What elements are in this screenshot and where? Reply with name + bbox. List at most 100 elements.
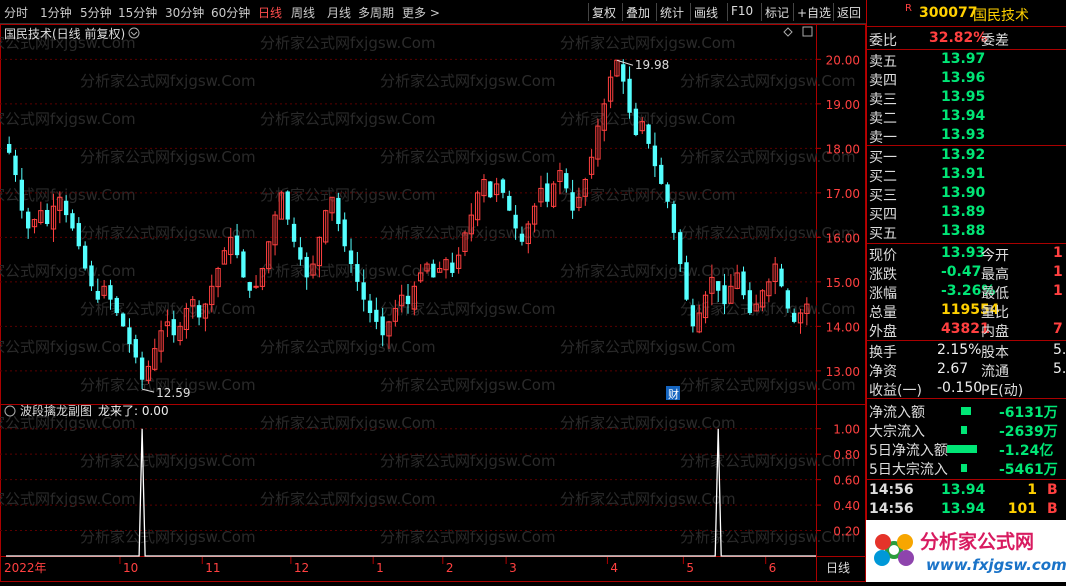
candle-body-down — [108, 285, 113, 300]
candle-body-down — [570, 192, 575, 211]
period-tab-1[interactable]: 1分钟 — [40, 4, 72, 21]
candle-body-down — [171, 319, 176, 336]
flow-row: 5日大宗流入 -5461万 — [867, 459, 1066, 478]
candle-body-down — [450, 262, 455, 273]
tick-row: 14:56 13.94 101 B — [867, 501, 1066, 520]
bid-row[interactable]: 买三 13.90 — [867, 185, 1066, 204]
month-label: 4 — [610, 561, 618, 575]
toolbar-button-5[interactable]: 标记 — [765, 4, 789, 21]
period-tab-4[interactable]: 30分钟 — [165, 4, 204, 21]
watermark-text: 分析家公式网fxjgsw.Com — [560, 338, 736, 356]
bid-row[interactable]: 买四 13.89 — [867, 204, 1066, 223]
period-tab-2[interactable]: 5分钟 — [80, 4, 112, 21]
candle-body-down — [747, 290, 753, 313]
weibi-label: 委比 — [869, 33, 897, 49]
candle-body-down — [564, 173, 569, 189]
diamond-icon[interactable] — [783, 27, 793, 37]
ask-price: 13.93 — [941, 127, 986, 143]
ask-row[interactable]: 卖三 13.95 — [867, 89, 1066, 108]
candle-body-down — [196, 305, 202, 318]
stat-value-2: 1 — [1053, 264, 1063, 280]
candle-body-down — [627, 78, 632, 113]
period-tab-7[interactable]: 周线 — [291, 4, 315, 21]
sub-chart-title: 波段擒龙副图 — [20, 403, 92, 418]
bid-price: 13.88 — [941, 223, 986, 239]
period-tab-0[interactable]: 分时 — [4, 4, 28, 21]
stat-row: 收益(一) -0.150 PE(动) — [867, 380, 1066, 399]
watermark-text: 分析家公式网fxjgsw.Com — [680, 300, 856, 318]
toolbar-button-7[interactable]: 返回 — [837, 4, 861, 21]
toolbar-divider — [690, 3, 691, 21]
ask-row[interactable]: 卖二 13.94 — [867, 108, 1066, 127]
watermark-text: 分析家公式网fxjgsw.Com — [260, 338, 436, 356]
bid-row[interactable]: 买二 13.91 — [867, 166, 1066, 185]
watermark-text: 分析家公式网fxjgsw.Com — [260, 34, 436, 52]
watermark-text: 分析家公式网fxjgsw.Com — [560, 34, 736, 52]
period-label: 日线 — [826, 561, 850, 575]
stat-label-2: 今开 — [981, 248, 1009, 264]
bid-price: 13.91 — [941, 166, 986, 182]
maximize-icon[interactable] — [802, 26, 813, 37]
ask-row[interactable]: 卖四 13.96 — [867, 70, 1066, 89]
candle-body-down — [779, 268, 784, 287]
price-tick-label: 13.00 — [826, 365, 860, 379]
period-tab-9[interactable]: 多周期 — [358, 4, 394, 21]
bid-label: 买二 — [869, 169, 897, 185]
toolbar-button-1[interactable]: 叠加 — [626, 4, 650, 21]
toolbar-button-2[interactable]: 统计 — [660, 4, 684, 21]
candle-body-down — [114, 297, 119, 313]
candle-body-down — [519, 233, 525, 242]
flow-value: -1.24亿 — [999, 443, 1054, 459]
watermark-text: 分析家公式网fxjgsw.Com — [680, 72, 856, 90]
month-label: 10 — [123, 561, 138, 575]
stock-header: R 300077 国民技术 — [867, 3, 1066, 24]
kline-chart-area[interactable]: 分析家公式网fxjgsw.Com 分析家公式网fxjgsw.Com 分析家公式网fx… — [0, 24, 866, 582]
month-label: 12 — [294, 561, 309, 575]
watermark-text: 分析家公式网fxjgsw.Com — [260, 262, 436, 280]
watermark-text: 分析家公式网fxjgsw.Com — [0, 110, 136, 128]
period-tab-6[interactable]: 日线 — [258, 4, 282, 21]
period-tab-5[interactable]: 60分钟 — [211, 4, 250, 21]
stat-row: 总量 119554 量比 — [867, 302, 1066, 321]
toolbar-button-4[interactable]: F10 — [731, 4, 753, 18]
price-tick-label: 20.00 — [826, 53, 860, 67]
bid-row[interactable]: 买一 13.92 — [867, 147, 1066, 166]
candle-body-down — [792, 312, 797, 322]
toolbar-button-6[interactable]: +自选 — [797, 4, 831, 21]
bid-row[interactable]: 买五 13.88 — [867, 223, 1066, 242]
month-label: 2 — [446, 561, 454, 575]
site-logo: 分析家公式网 www.fxjgsw.com — [866, 520, 1066, 582]
candle-body-down — [285, 191, 290, 220]
period-tab-8[interactable]: 月线 — [327, 4, 351, 21]
stat-label: 总量 — [869, 305, 897, 321]
stat-label-2: PE(动) — [981, 383, 1024, 399]
ask-row[interactable]: 卖一 13.93 — [867, 127, 1066, 146]
month-label: 1 — [376, 561, 384, 575]
candle-body-down — [63, 200, 69, 216]
candle-body-down — [298, 247, 303, 260]
logo-url: www.fxjgsw.com — [926, 556, 1066, 574]
price-tick-label: 16.00 — [826, 231, 860, 245]
candle-body-down — [678, 232, 683, 265]
tick-volume: 1 — [1027, 482, 1037, 498]
ask-label: 卖二 — [869, 111, 897, 127]
toolbar-button-3[interactable]: 画线 — [694, 4, 718, 21]
panel-divider — [867, 398, 1066, 399]
stat-label: 收益(一) — [869, 383, 922, 399]
toolbar-divider — [761, 3, 762, 21]
watermark-text: 分析家公式网fxjgsw.Com — [380, 72, 556, 90]
month-label: 6 — [769, 561, 777, 575]
main-chart-title: 国民技术(日线 前复权) — [4, 26, 125, 41]
ask-row[interactable]: 卖五 13.97 — [867, 51, 1066, 70]
candle-body-down — [659, 164, 664, 184]
period-toolbar: 分时 1分钟 5分钟 15分钟 30分钟 60分钟 日线 周线 月线 多周期 更多 > 复权 叠加 统计画… — [0, 0, 866, 24]
toolbar-button-0[interactable]: 复权 — [592, 4, 616, 21]
stock-code: 300077 — [919, 5, 978, 21]
period-tab-3[interactable]: 15分钟 — [118, 4, 157, 21]
stat-row: 净资 2.67 流通 5. — [867, 361, 1066, 380]
period-tab-10[interactable]: 更多 > — [402, 4, 440, 21]
sub-tick-label: 1.00 — [833, 423, 860, 437]
stat-row: 外盘 43821 内盘 7 — [867, 321, 1066, 340]
stat-label-2: 股本 — [981, 345, 1009, 361]
sub-tick-label: 0.60 — [833, 474, 860, 488]
